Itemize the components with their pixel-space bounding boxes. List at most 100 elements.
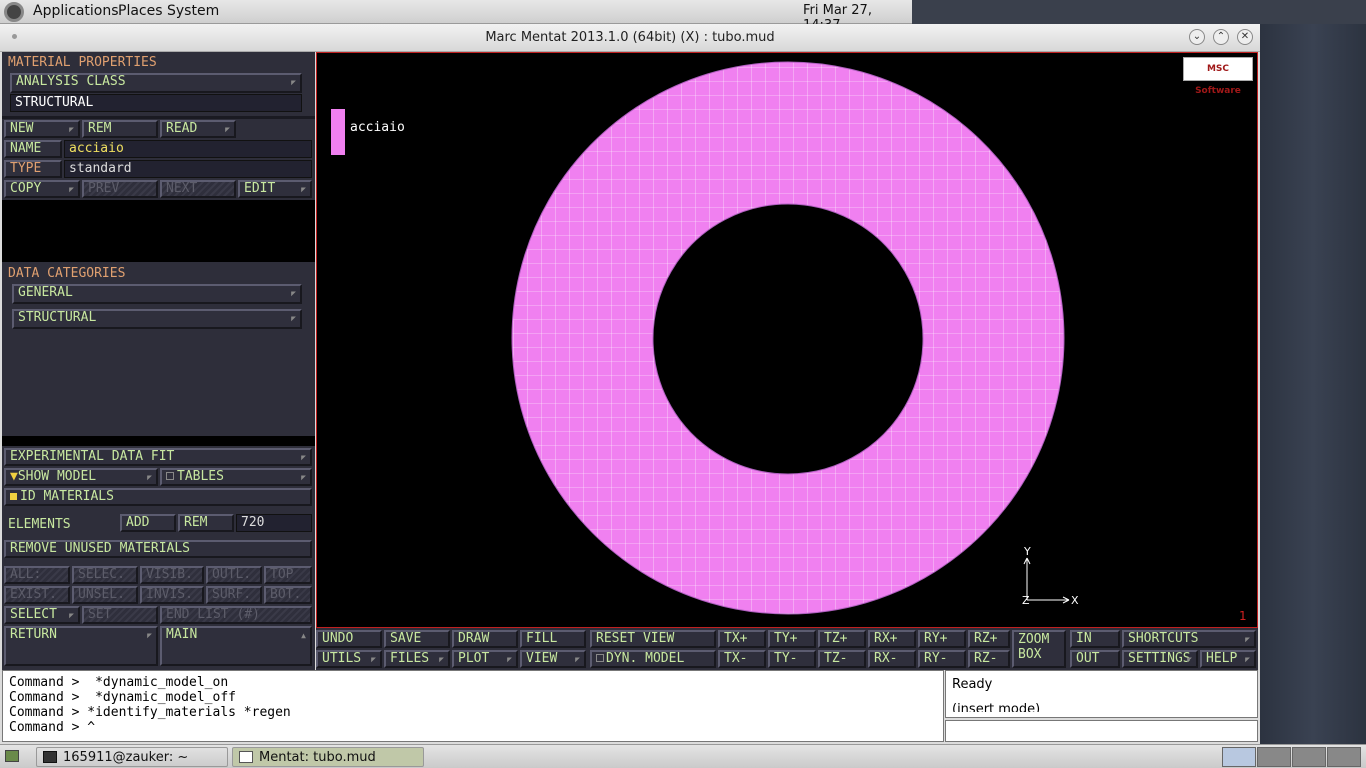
material-list-area[interactable] bbox=[2, 200, 315, 262]
analysis-class-value: STRUCTURAL bbox=[10, 94, 302, 112]
ry-minus-button[interactable]: RY- bbox=[918, 650, 966, 668]
settings-button[interactable]: SETTINGS ◤ bbox=[1122, 650, 1198, 668]
system-menu[interactable]: System bbox=[167, 3, 219, 19]
mentat-window: Marc Mentat 2013.1.0 (64bit) (X) : tubo.… bbox=[0, 24, 1260, 744]
shortcuts-button[interactable]: SHORTCUTS ◤ bbox=[1122, 630, 1256, 648]
select-button[interactable]: SELECT ◤ bbox=[4, 606, 80, 624]
zoom-in-button[interactable]: IN bbox=[1070, 630, 1120, 648]
edit-button[interactable]: EDIT ◤ bbox=[238, 180, 312, 198]
files-button[interactable]: FILES ◤ bbox=[384, 650, 450, 668]
end-list-button[interactable]: END LIST (#) bbox=[160, 606, 312, 624]
axis-triad bbox=[1023, 557, 1070, 604]
edit-label: EDIT bbox=[244, 181, 276, 196]
ry-plus-button[interactable]: RY+ bbox=[918, 630, 966, 648]
tz-minus-button[interactable]: TZ- bbox=[818, 650, 866, 668]
close-icon[interactable]: ✕ bbox=[1237, 29, 1253, 45]
tx-minus-button[interactable]: TX- bbox=[718, 650, 766, 668]
copy-button[interactable]: COPY ◤ bbox=[4, 180, 80, 198]
select-invis-button[interactable]: INVIS. bbox=[140, 586, 204, 604]
elements-add-button[interactable]: ADD bbox=[120, 514, 176, 532]
rx-plus-button[interactable]: RX+ bbox=[868, 630, 916, 648]
select-all-button[interactable]: ALL: bbox=[4, 566, 70, 584]
select-top-button[interactable]: TOP bbox=[264, 566, 312, 584]
places-menu[interactable]: Places bbox=[118, 3, 163, 19]
taskbar-item-mentat[interactable]: Mentat: tubo.mud bbox=[232, 747, 424, 767]
select-exist-button[interactable]: EXIST. bbox=[4, 586, 70, 604]
show-model-toggle[interactable]: ▼SHOW MODEL ◤ bbox=[4, 468, 158, 486]
view-button[interactable]: VIEW ◤ bbox=[520, 650, 586, 668]
analysis-class-label: ANALYSIS CLASS bbox=[16, 74, 126, 89]
workspace-switcher-4[interactable] bbox=[1327, 747, 1361, 767]
tx-plus-button[interactable]: TX+ bbox=[718, 630, 766, 648]
graphics-viewport[interactable]: acciaio MSC Software X Y Z 1 bbox=[316, 52, 1258, 628]
utils-button[interactable]: UTILS ◤ bbox=[316, 650, 382, 668]
rem-material-button[interactable]: REM bbox=[82, 120, 158, 138]
help-button[interactable]: HELP ◤ bbox=[1200, 650, 1256, 668]
save-button[interactable]: SAVE bbox=[384, 630, 450, 648]
menu-arrow-icon: ▲ bbox=[301, 631, 306, 640]
workspace-switcher-2[interactable] bbox=[1257, 747, 1291, 767]
next-button[interactable]: NEXT bbox=[160, 180, 236, 198]
menu-arrow-icon: ◤ bbox=[291, 289, 296, 298]
rz-plus-button[interactable]: RZ+ bbox=[968, 630, 1010, 648]
new-label: NEW bbox=[10, 121, 34, 136]
workspace-switcher-3[interactable] bbox=[1292, 747, 1326, 767]
id-materials-toggle[interactable]: ID MATERIALS bbox=[4, 488, 312, 506]
maximize-icon[interactable]: ⌃ bbox=[1213, 29, 1229, 45]
taskbar-item-terminal[interactable]: 165911@zauker: ~ bbox=[36, 747, 228, 767]
read-material-button[interactable]: READ ◤ bbox=[160, 120, 236, 138]
structural-category-button[interactable]: STRUCTURAL ◤ bbox=[12, 309, 302, 329]
command-console[interactable]: Command > *dynamic_model_on Command > *d… bbox=[2, 670, 944, 742]
applications-menu[interactable]: Applications bbox=[33, 3, 119, 19]
elements-count: 720 bbox=[236, 514, 312, 532]
window-titlebar[interactable]: Marc Mentat 2013.1.0 (64bit) (X) : tubo.… bbox=[0, 24, 1260, 52]
tz-plus-button[interactable]: TZ+ bbox=[818, 630, 866, 648]
zoom-box-button[interactable]: ZOOM BOX bbox=[1012, 630, 1066, 668]
command-line: Command > *identify_materials *regen bbox=[9, 705, 291, 720]
rz-minus-button[interactable]: RZ- bbox=[968, 650, 1010, 668]
elements-label: ELEMENTS bbox=[8, 517, 71, 532]
axis-y-label: Y bbox=[1023, 545, 1031, 558]
prev-button[interactable]: PREV bbox=[82, 180, 158, 198]
select-outl-button[interactable]: OUTL. bbox=[206, 566, 262, 584]
new-material-button[interactable]: NEW ◤ bbox=[4, 120, 80, 138]
structural-label: STRUCTURAL bbox=[18, 310, 97, 325]
undo-button[interactable]: UNDO bbox=[316, 630, 382, 648]
dyn-model-toggle[interactable]: DYN. MODEL bbox=[590, 650, 716, 668]
ty-plus-button[interactable]: TY+ bbox=[768, 630, 816, 648]
main-button[interactable]: MAIN ▲ bbox=[160, 626, 312, 666]
return-button[interactable]: RETURN ◤ bbox=[4, 626, 158, 666]
general-button[interactable]: GENERAL ◤ bbox=[12, 284, 302, 304]
set-button[interactable]: SET bbox=[82, 606, 158, 624]
menu-arrow-icon: ◤ bbox=[147, 631, 152, 640]
select-surf-button[interactable]: SURF. bbox=[206, 586, 262, 604]
name-button[interactable]: NAME bbox=[4, 140, 62, 158]
rx-minus-button[interactable]: RX- bbox=[868, 650, 916, 668]
analysis-class-button[interactable]: ANALYSIS CLASS ◤ bbox=[10, 73, 302, 93]
zoom-out-button[interactable]: OUT bbox=[1070, 650, 1120, 668]
remove-unused-materials-button[interactable]: REMOVE UNUSED MATERIALS bbox=[4, 540, 312, 558]
plot-button[interactable]: PLOT ◤ bbox=[452, 650, 518, 668]
fill-button[interactable]: FILL bbox=[520, 630, 586, 648]
elements-rem-button[interactable]: REM bbox=[178, 514, 234, 532]
select-unsel-button[interactable]: UNSEL. bbox=[72, 586, 138, 604]
minimize-icon[interactable]: ⌄ bbox=[1189, 29, 1205, 45]
workspace-switcher-1[interactable] bbox=[1222, 747, 1256, 767]
tables-toggle[interactable]: TABLES ◤ bbox=[160, 468, 312, 486]
divider bbox=[2, 116, 315, 119]
select-selec-button[interactable]: SELEC. bbox=[72, 566, 138, 584]
draw-button[interactable]: DRAW bbox=[452, 630, 518, 648]
show-desktop-icon[interactable] bbox=[5, 750, 19, 762]
menu-arrow-icon: ◤ bbox=[1187, 655, 1192, 664]
select-visib-button[interactable]: VISIB. bbox=[140, 566, 204, 584]
name-field[interactable]: acciaio bbox=[64, 140, 312, 158]
experimental-data-fit-button[interactable]: EXPERIMENTAL DATA FIT ◤ bbox=[4, 448, 312, 466]
menu-arrow-icon: ◤ bbox=[69, 125, 74, 134]
command-input[interactable]: Command > ^ bbox=[9, 720, 937, 735]
view-toolbar: UNDO SAVE DRAW FILL RESET VIEW TX+ TY+ T… bbox=[316, 628, 1258, 670]
select-bot-button[interactable]: BOT. bbox=[264, 586, 312, 604]
ty-minus-button[interactable]: TY- bbox=[768, 650, 816, 668]
command-line: Command > *dynamic_model_off bbox=[9, 690, 236, 705]
gnome-foot-icon[interactable] bbox=[4, 2, 24, 22]
reset-view-button[interactable]: RESET VIEW bbox=[590, 630, 716, 648]
